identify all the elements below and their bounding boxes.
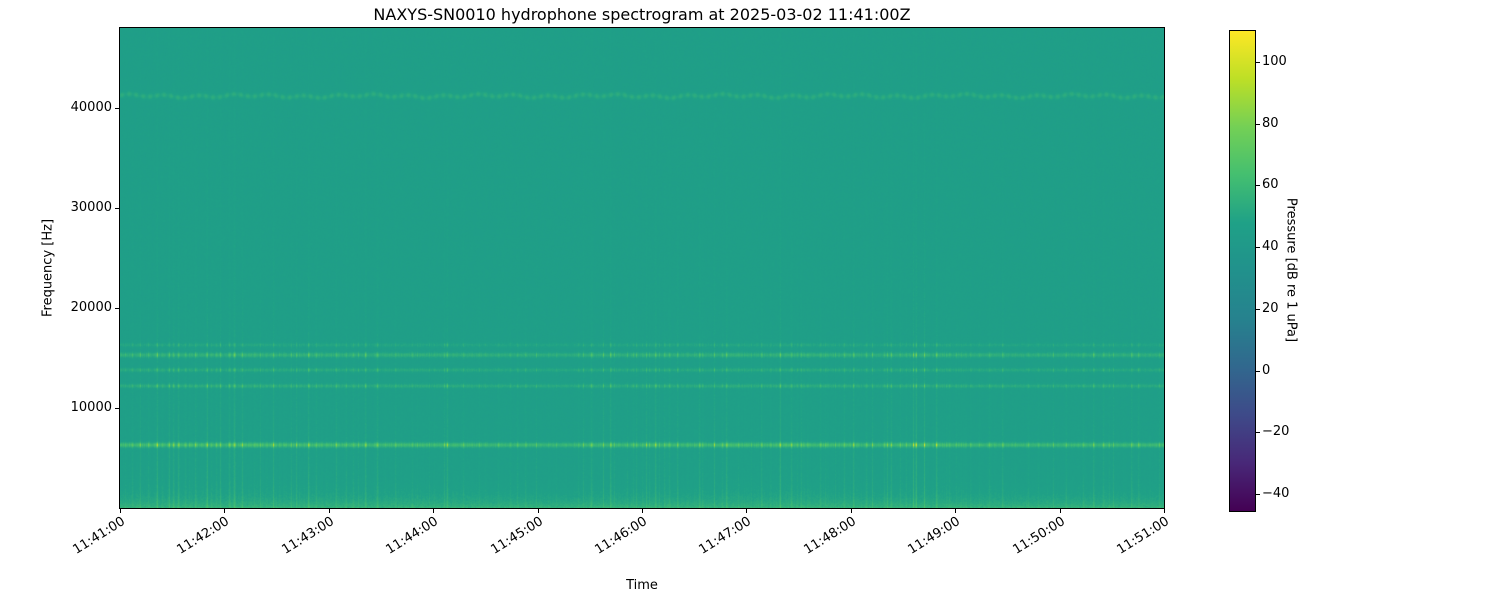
colorbar-tick-mark [1256,185,1260,187]
figure: NAXYS-SN0010 hydrophone spectrogram at 2… [0,0,1500,600]
x-tick-mark [955,509,957,513]
colorbar-tick-label: 0 [1262,362,1271,378]
colorbar-tick-mark [1256,370,1260,372]
x-axis-label: Time [626,578,658,593]
colorbar-tick-label: 40 [1262,239,1279,255]
x-tick-label: 11:48:00 [801,514,859,558]
x-tick-label: 11:51:00 [1114,514,1172,558]
x-tick-label: 11:47:00 [696,514,755,558]
y-tick-mark [115,308,119,309]
x-tick-label: 11:49:00 [905,514,964,558]
x-tick-label: 11:50:00 [1010,514,1068,558]
x-tick-mark [746,509,748,513]
x-tick-mark [224,509,226,513]
x-tick-mark [328,509,330,513]
plot-title: NAXYS-SN0010 hydrophone spectrogram at 2… [373,5,911,24]
spectrogram-heatmap [120,28,1164,508]
colorbar-tick-mark [1256,308,1260,310]
colorbar-tick-mark [1256,247,1260,249]
x-tick-mark [433,509,435,513]
colorbar-tick-mark [1256,493,1260,495]
colorbar-tick-label: 60 [1262,177,1279,193]
colorbar-tick-mark [1256,123,1260,125]
colorbar-tick-mark [1256,62,1260,64]
colorbar-tick-label: −20 [1262,424,1290,440]
x-tick-mark [642,509,643,513]
colorbar-tick-label: 20 [1262,300,1279,316]
x-tick-label: 11:42:00 [174,514,233,558]
y-tick-mark [115,108,119,109]
x-tick-mark [120,509,121,513]
x-tick-label: 11:45:00 [488,514,546,558]
x-tick-mark [1164,509,1165,513]
x-tick-label: 11:44:00 [383,514,442,558]
y-tick-label: 10000 [70,400,112,415]
y-tick-label: 20000 [70,300,112,315]
colorbar-tick-label: 100 [1262,54,1287,70]
x-tick-label: 11:46:00 [592,514,650,558]
colorbar [1229,30,1256,512]
x-tick-label: 11:43:00 [279,514,337,558]
x-tick-mark [850,509,852,513]
x-tick-label: 11:41:00 [70,514,128,558]
colorbar-tick-mark [1256,432,1260,434]
y-tick-label: 40000 [70,100,112,115]
y-tick-mark [115,208,119,209]
colorbar-tick-label: −40 [1262,485,1290,501]
y-tick-label: 30000 [70,200,112,215]
colorbar-tick-label: 80 [1262,115,1279,131]
x-tick-mark [1059,509,1061,513]
x-tick-mark [537,509,539,513]
y-tick-mark [115,408,119,409]
